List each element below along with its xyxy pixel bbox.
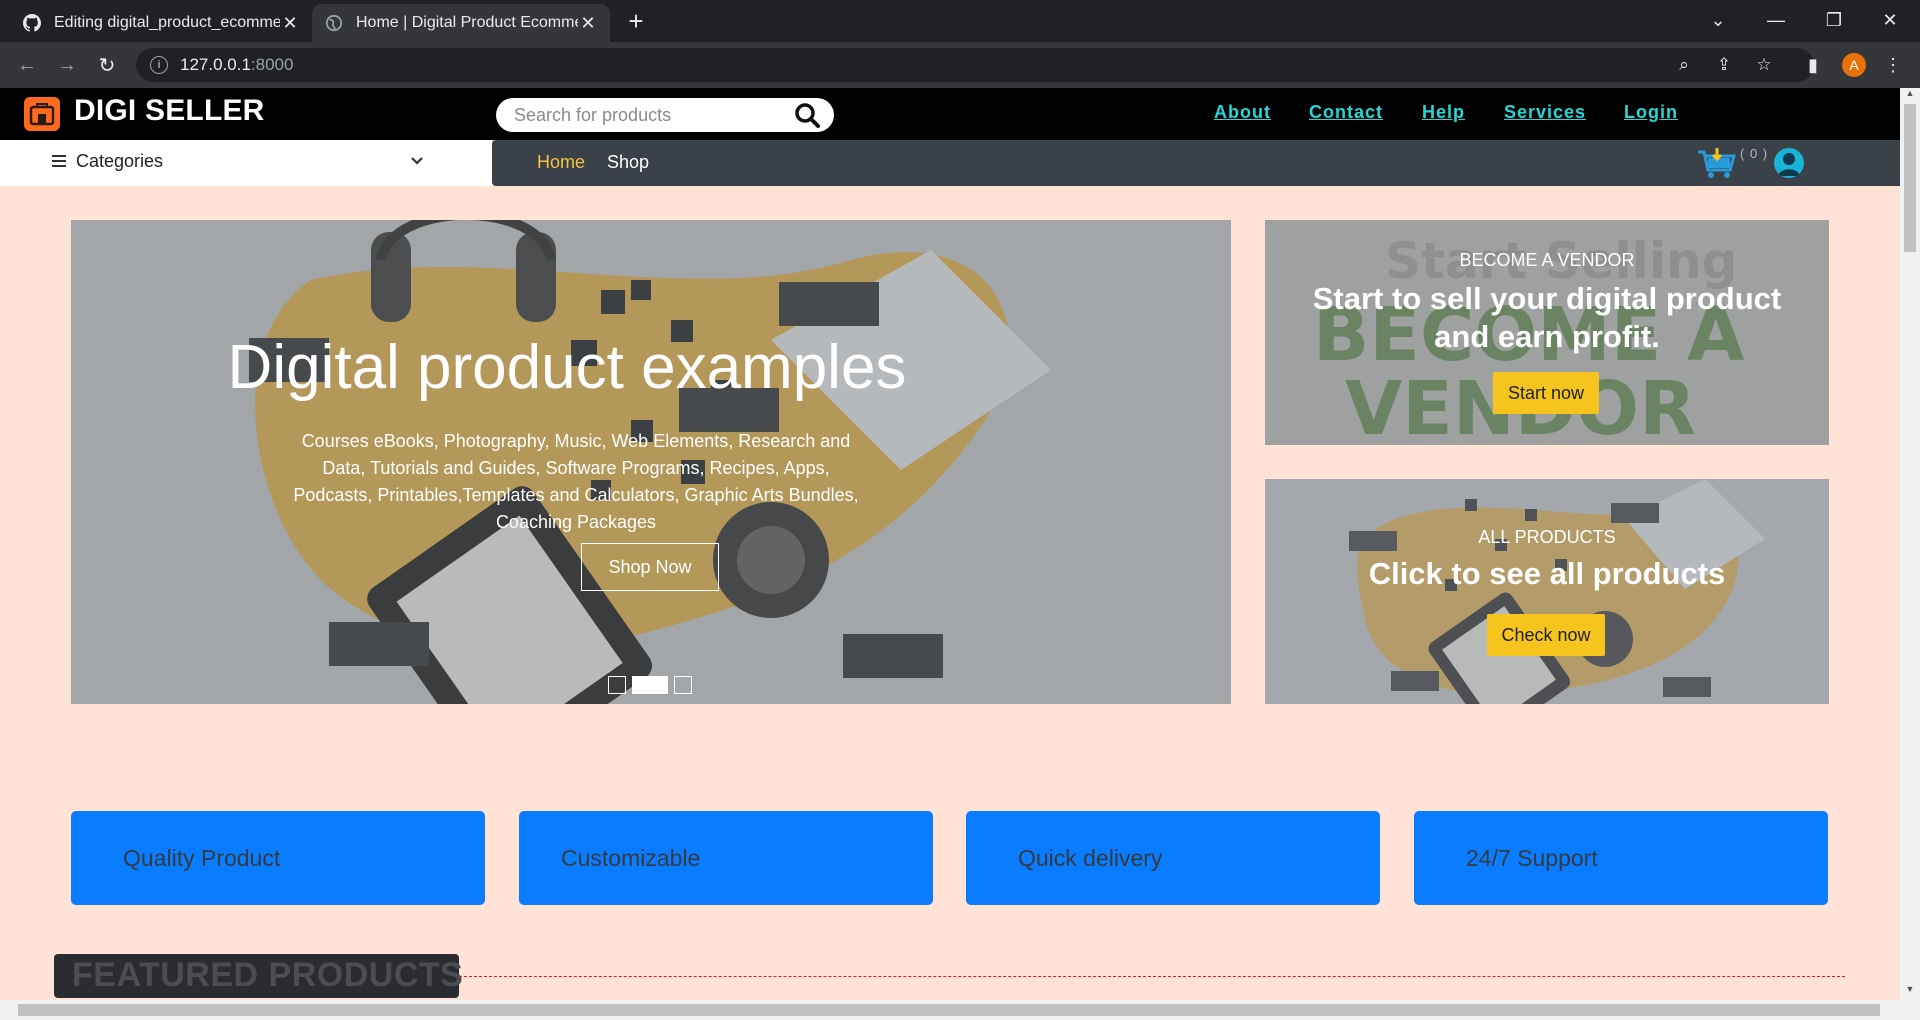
- scroll-up-arrow-icon[interactable]: ▲: [1900, 88, 1920, 102]
- scrollbar-thumb[interactable]: [18, 1004, 1880, 1016]
- feature-support: 24/7 Support: [1414, 811, 1828, 905]
- url-port: :8000: [250, 55, 294, 74]
- hero-title: Digital product examples: [227, 333, 907, 402]
- globe-icon: [324, 13, 344, 33]
- vertical-scrollbar[interactable]: ▲ ▼: [1900, 88, 1920, 1000]
- browser-tab-github[interactable]: Editing digital_product_ecommerce ✕: [10, 4, 312, 42]
- minimize-button[interactable]: —: [1748, 0, 1804, 40]
- site-info-icon[interactable]: i: [150, 56, 168, 74]
- zoom-icon[interactable]: ⌕: [1668, 48, 1700, 82]
- search-bar: [496, 98, 834, 132]
- feature-label: Quick delivery: [1018, 844, 1163, 871]
- hero-carousel: Digital product examples Courses eBooks,…: [71, 220, 1231, 704]
- hamburger-icon: [52, 155, 66, 167]
- nav-shop-link[interactable]: Shop: [607, 152, 649, 173]
- feature-label: 24/7 Support: [1466, 844, 1598, 871]
- chevron-down-icon: [411, 157, 423, 165]
- carousel-dot-active[interactable]: [632, 676, 668, 694]
- feature-label: Customizable: [561, 844, 701, 871]
- browser-toolbar: ← → ↻ i 127.0.0.1:8000 ⌕ ⇪ ☆ ▮ A ⋮: [0, 42, 1920, 88]
- products-heading: Click to see all products: [1368, 556, 1726, 591]
- section-divider: [459, 976, 1845, 977]
- address-bar[interactable]: i 127.0.0.1:8000 ⌕ ⇪ ☆: [136, 48, 1814, 82]
- vendor-eyebrow: BECOME A VENDOR: [1459, 250, 1635, 270]
- categories-dropdown[interactable]: Categories: [0, 140, 492, 186]
- close-tab-icon[interactable]: ✕: [280, 13, 300, 33]
- profile-avatar[interactable]: A: [1842, 53, 1866, 77]
- carousel-indicators: [608, 676, 692, 694]
- start-now-button[interactable]: Start now: [1493, 372, 1599, 414]
- check-now-button[interactable]: Check now: [1487, 614, 1605, 656]
- github-icon: [22, 13, 42, 33]
- brand-name[interactable]: DIGI SELLER: [74, 94, 265, 128]
- nav-link-contact[interactable]: Contact: [1309, 102, 1383, 123]
- feature-quick-delivery: Quick delivery: [966, 811, 1380, 905]
- tab-title: Editing digital_product_ecommerce: [54, 14, 280, 31]
- categories-label: Categories: [76, 151, 164, 171]
- search-icon[interactable]: [794, 102, 820, 128]
- share-icon[interactable]: ⇪: [1708, 48, 1740, 82]
- user-account-icon[interactable]: [1774, 148, 1804, 178]
- nav-link-about[interactable]: About: [1214, 102, 1271, 123]
- more-menu-icon[interactable]: ⋮: [1880, 52, 1906, 78]
- products-eyebrow: ALL PRODUCTS: [1478, 527, 1616, 547]
- page-viewport: DIGI SELLER About Contact Help Services …: [0, 88, 1900, 1000]
- close-tab-icon[interactable]: ✕: [578, 13, 598, 33]
- feature-customizable: Customizable: [519, 811, 933, 905]
- scrollbar-thumb[interactable]: [1904, 104, 1916, 252]
- store-logo-icon[interactable]: [24, 97, 60, 131]
- url-host: 127.0.0.1: [180, 55, 251, 74]
- browser-tab-home[interactable]: Home | Digital Product Ecommerce ✕: [312, 4, 610, 42]
- vendor-heading: Start to sell your digital product and e…: [1312, 281, 1782, 354]
- hero-description: Courses eBooks, Photography, Music, Web …: [293, 431, 859, 532]
- back-button[interactable]: ←: [12, 50, 42, 80]
- browser-tab-strip: Editing digital_product_ecommerce ✕ Home…: [0, 0, 1920, 42]
- feature-label: Quality Product: [123, 844, 281, 871]
- restore-button[interactable]: ❐: [1806, 0, 1862, 40]
- all-products-card[interactable]: ALL PRODUCTS Click to see all products C…: [1265, 479, 1829, 704]
- site-header: DIGI SELLER About Contact Help Services …: [0, 88, 1900, 140]
- cart-icon[interactable]: [1696, 146, 1736, 180]
- tab-search-chevron-icon[interactable]: ⌄: [1690, 0, 1746, 40]
- bookmark-star-icon[interactable]: ☆: [1748, 48, 1780, 82]
- nav-link-help[interactable]: Help: [1422, 102, 1465, 123]
- side-panel-icon[interactable]: ▮: [1800, 52, 1826, 78]
- cart-count: ( 0 ): [1740, 146, 1769, 161]
- new-tab-button[interactable]: +: [622, 8, 650, 36]
- carousel-dot[interactable]: [674, 676, 692, 694]
- feature-quality-product: Quality Product: [71, 811, 485, 905]
- featured-products-title: FEATURED PRODUCTS: [72, 956, 464, 994]
- nav-link-login[interactable]: Login: [1624, 102, 1678, 123]
- search-input[interactable]: [514, 104, 784, 126]
- tab-title: Home | Digital Product Ecommerce: [356, 14, 578, 31]
- nav-home-link[interactable]: Home: [537, 152, 585, 173]
- close-window-button[interactable]: ✕: [1862, 0, 1918, 40]
- carousel-dot[interactable]: [608, 676, 626, 694]
- forward-button[interactable]: →: [52, 50, 82, 80]
- reload-button[interactable]: ↻: [92, 50, 122, 80]
- horizontal-scrollbar[interactable]: [0, 1000, 1920, 1020]
- become-vendor-card[interactable]: Start Selling BECOME A VENDOR BECOME A V…: [1265, 220, 1829, 445]
- shop-now-button[interactable]: Shop Now: [581, 543, 719, 591]
- nav-link-services[interactable]: Services: [1504, 102, 1586, 123]
- main-navbar: Home Shop ( 0 ): [492, 140, 1900, 186]
- scroll-down-arrow-icon[interactable]: ▼: [1900, 984, 1920, 998]
